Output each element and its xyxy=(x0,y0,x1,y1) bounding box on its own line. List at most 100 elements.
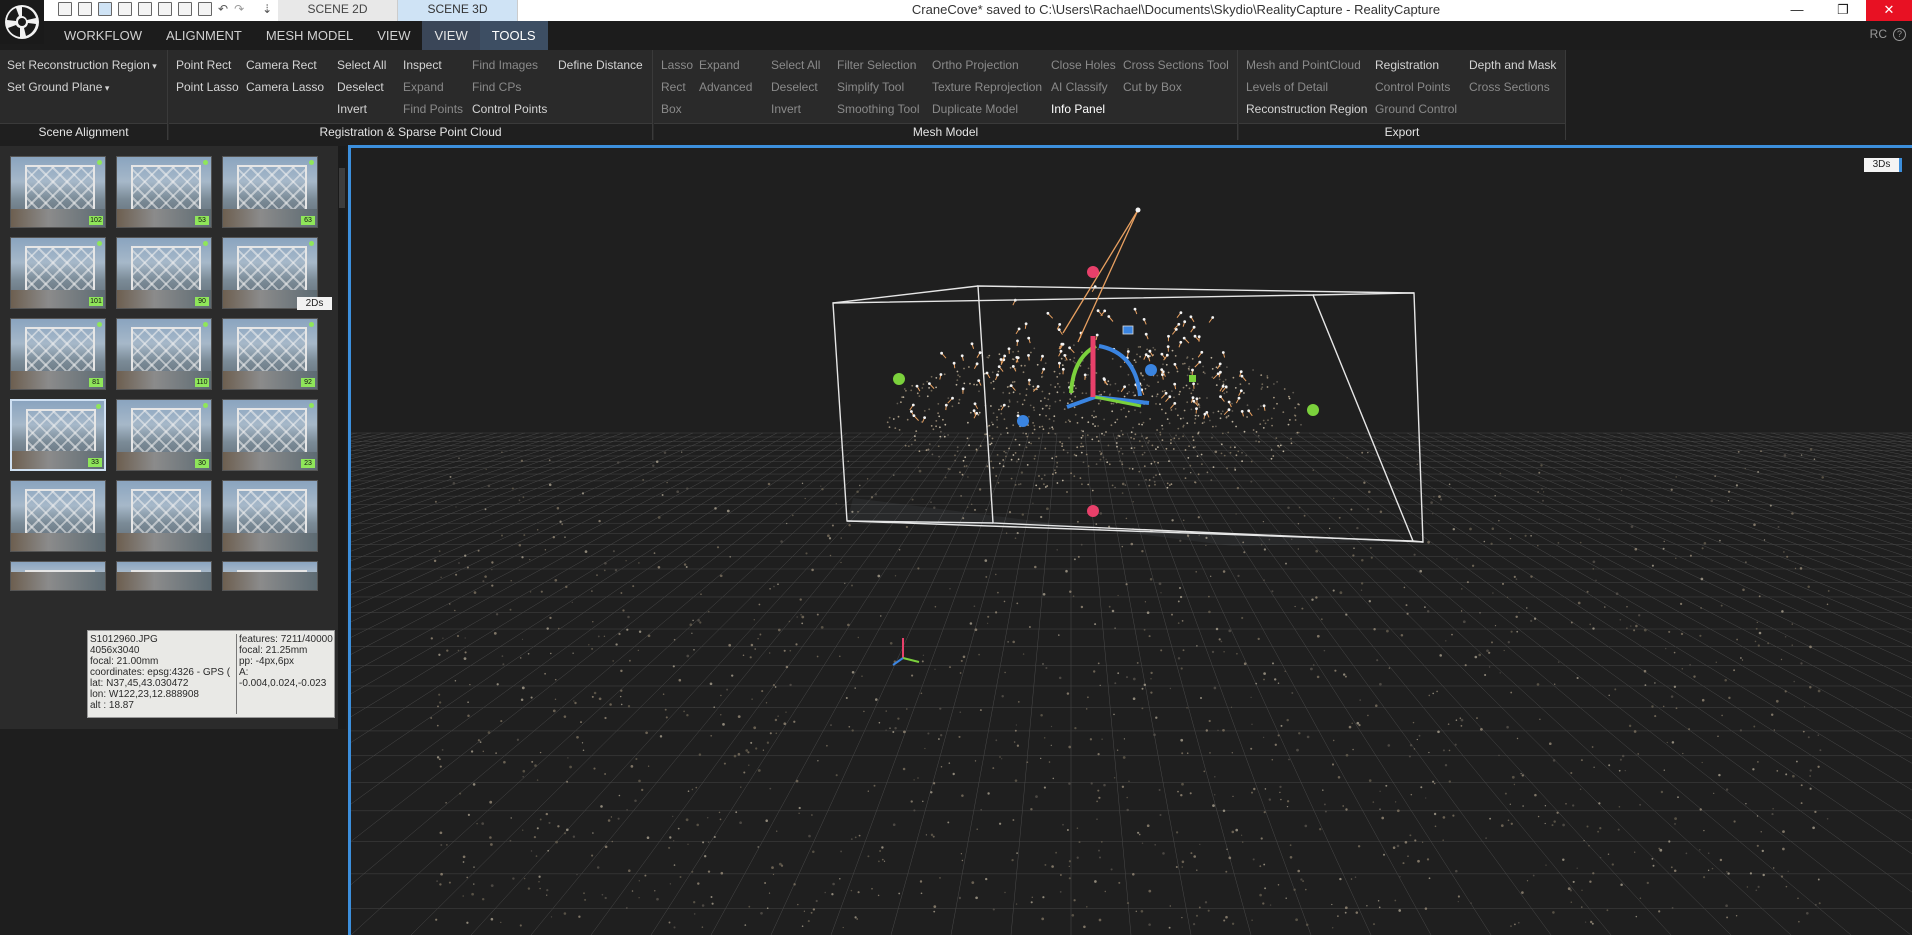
mesh-rect-button[interactable]: Rect xyxy=(661,76,693,98)
thumbnail-scrollbar[interactable] xyxy=(338,146,346,729)
menu-view[interactable]: VIEW xyxy=(365,21,422,50)
mesh-invert-button[interactable]: Invert xyxy=(771,98,820,120)
set-reconstruction-region-button[interactable]: Set Reconstruction Region xyxy=(7,54,157,76)
export-registration-button[interactable]: Registration xyxy=(1375,54,1457,76)
region-handle-front[interactable] xyxy=(1017,415,1029,427)
find-cps-button[interactable]: Find CPs xyxy=(472,76,547,98)
export-reconstruction-region-button[interactable]: Reconstruction Region xyxy=(1246,98,1367,120)
simplify-tool-button[interactable]: Simplify Tool xyxy=(837,76,920,98)
image-thumbnail[interactable] xyxy=(222,561,318,591)
registration-invert-button[interactable]: Invert xyxy=(337,98,386,120)
rc-label[interactable]: RC xyxy=(1870,27,1887,41)
cross-sections-tool-button[interactable]: Cross Sections Tool xyxy=(1123,54,1229,76)
point-rect-button[interactable]: Point Rect xyxy=(176,54,239,76)
image-thumbnail[interactable] xyxy=(10,561,106,591)
mesh-box-button[interactable]: Box xyxy=(661,98,693,120)
scene-3d-canvas[interactable] xyxy=(351,148,1912,935)
selected-camera-icon[interactable] xyxy=(1122,325,1134,335)
find-images-button[interactable]: Find Images xyxy=(472,54,547,76)
layout-5-icon[interactable] xyxy=(138,2,152,16)
image-thumbnail[interactable] xyxy=(222,480,318,552)
view-type-badge-3ds[interactable]: 3Ds xyxy=(1864,158,1902,172)
image-thumbnail[interactable] xyxy=(116,561,212,591)
close-button[interactable]: ✕ xyxy=(1866,0,1912,21)
image-thumbnail[interactable] xyxy=(116,480,212,552)
smoothing-tool-button[interactable]: Smoothing Tool xyxy=(837,98,920,120)
restore-button[interactable]: ❐ xyxy=(1820,0,1866,21)
region-handle-back[interactable] xyxy=(1145,364,1157,376)
image-thumbnail[interactable]: 92 xyxy=(222,318,318,390)
mesh-deselect-button[interactable]: Deselect xyxy=(771,76,820,98)
layout-8-icon[interactable] xyxy=(198,2,212,16)
cut-by-box-button[interactable]: Cut by Box xyxy=(1123,76,1229,98)
filter-selection-button[interactable]: Filter Selection xyxy=(837,54,920,76)
image-thumbnail[interactable]: 30 xyxy=(116,399,212,471)
layout-1-icon[interactable] xyxy=(58,2,72,16)
image-thumbnail-selected[interactable]: 33 xyxy=(10,399,106,471)
menu-alignment[interactable]: ALIGNMENT xyxy=(154,21,254,50)
mesh-expand-button[interactable]: Expand xyxy=(699,54,752,76)
reconstruction-region-box[interactable] xyxy=(832,285,1424,546)
mesh-select-all-button[interactable]: Select All xyxy=(771,54,820,76)
region-handle-left[interactable] xyxy=(893,373,905,385)
layout-4-icon[interactable] xyxy=(118,2,132,16)
export-depth-mask-button[interactable]: Depth and Mask xyxy=(1469,54,1556,76)
layout-2-icon[interactable] xyxy=(78,2,92,16)
close-holes-button[interactable]: Close Holes xyxy=(1051,54,1116,76)
registration-expand-button[interactable]: Expand xyxy=(403,76,463,98)
green-marker-icon[interactable] xyxy=(1189,375,1196,382)
image-thumbnail[interactable]: 81 xyxy=(10,318,106,390)
app-logo-icon[interactable] xyxy=(0,0,44,44)
camera-lasso-button[interactable]: Camera Lasso xyxy=(246,76,324,98)
point-lasso-button[interactable]: Point Lasso xyxy=(176,76,239,98)
texture-reprojection-button[interactable]: Texture Reprojection xyxy=(932,76,1042,98)
control-points-button[interactable]: Control Points xyxy=(472,98,547,120)
layout-3-icon[interactable] xyxy=(98,2,112,16)
image-thumbnail[interactable]: 102 xyxy=(10,156,106,228)
tab-scene-3d[interactable]: SCENE 3D xyxy=(398,0,518,21)
ortho-projection-button[interactable]: Ortho Projection xyxy=(932,54,1042,76)
image-thumbnail[interactable] xyxy=(10,480,106,552)
layout-7-icon[interactable] xyxy=(178,2,192,16)
find-points-button[interactable]: Find Points xyxy=(403,98,463,120)
menu-workflow[interactable]: WORKFLOW xyxy=(52,21,154,50)
undo-icon[interactable]: ↶ xyxy=(218,2,228,16)
export-mesh-pointcloud-button[interactable]: Mesh and PointCloud xyxy=(1246,54,1367,76)
mesh-advanced-button[interactable]: Advanced xyxy=(699,76,752,98)
ai-classify-button[interactable]: AI Classify xyxy=(1051,76,1116,98)
menu-tools[interactable]: TOOLS xyxy=(479,21,548,50)
image-thumbnail[interactable]: 101 xyxy=(10,237,106,309)
tab-scene-2d[interactable]: SCENE 2D xyxy=(278,0,398,21)
image-thumbnail[interactable]: 63 xyxy=(222,156,318,228)
view-type-badge-2ds[interactable]: 2Ds xyxy=(297,297,332,310)
layout-6-icon[interactable] xyxy=(158,2,172,16)
mesh-lasso-button[interactable]: Lasso xyxy=(661,54,693,76)
redo-icon[interactable]: ↷ xyxy=(234,2,244,16)
info-panel-button[interactable]: Info Panel xyxy=(1051,98,1116,120)
image-thumbnail[interactable]: 110 xyxy=(116,318,212,390)
export-levels-of-detail-button[interactable]: Levels of Detail xyxy=(1246,76,1367,98)
customize-toolbar-icon[interactable]: ⇣ xyxy=(262,2,272,16)
minimize-button[interactable]: — xyxy=(1774,0,1820,21)
image-thumbnail[interactable]: 53 xyxy=(116,156,212,228)
set-ground-plane-button[interactable]: Set Ground Plane xyxy=(7,76,157,98)
region-handle-right[interactable] xyxy=(1307,404,1319,416)
image-thumbnail[interactable]: 23 xyxy=(222,399,318,471)
registration-deselect-button[interactable]: Deselect xyxy=(337,76,386,98)
menu-mesh-model[interactable]: MESH MODEL xyxy=(254,21,365,50)
region-handle-bottom[interactable] xyxy=(1087,505,1099,517)
camera-rect-button[interactable]: Camera Rect xyxy=(246,54,324,76)
image-thumbnail[interactable]: 90 xyxy=(116,237,212,309)
camera-position-marker[interactable] xyxy=(1135,207,1141,213)
scrollbar-thumb[interactable] xyxy=(339,168,345,208)
export-control-points-button[interactable]: Control Points xyxy=(1375,76,1457,98)
registration-select-all-button[interactable]: Select All xyxy=(337,54,386,76)
export-cross-sections-button[interactable]: Cross Sections xyxy=(1469,76,1556,98)
menu-view-contextual[interactable]: VIEW xyxy=(422,21,480,50)
region-handle-top[interactable] xyxy=(1087,266,1099,278)
scene-3d-viewport[interactable]: 3Ds xyxy=(348,145,1912,935)
transform-gizmo[interactable] xyxy=(1066,336,1150,409)
define-distance-button[interactable]: Define Distance xyxy=(558,54,643,76)
inspect-button[interactable]: Inspect xyxy=(403,54,463,76)
help-icon[interactable]: ? xyxy=(1893,28,1906,41)
